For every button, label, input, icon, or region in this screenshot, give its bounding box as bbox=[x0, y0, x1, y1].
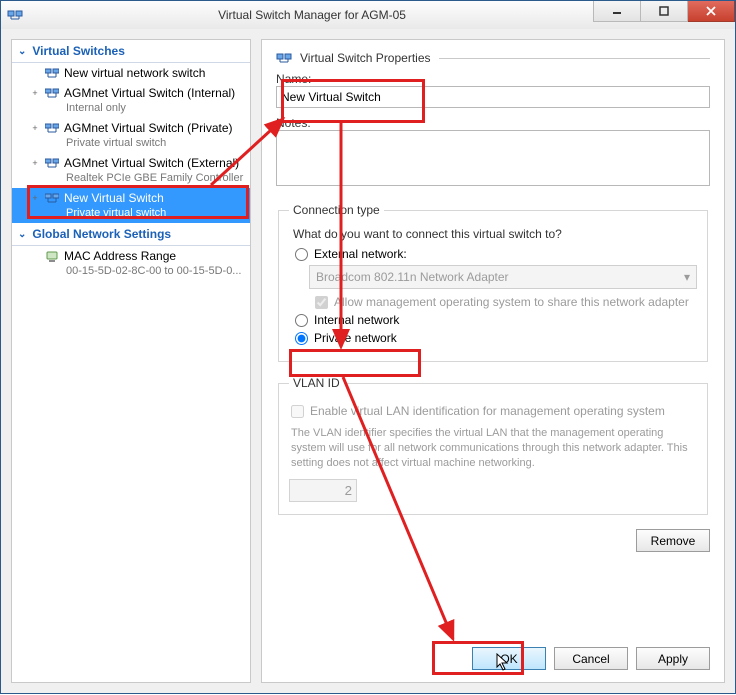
vlan-legend: VLAN ID bbox=[289, 376, 344, 390]
chevron-down-icon: ⌄ bbox=[18, 229, 26, 240]
tree-item-sub: 00-15-5D-02-8C-00 to 00-15-5D-0... bbox=[30, 264, 246, 279]
name-input[interactable] bbox=[276, 86, 710, 108]
expander-icon[interactable]: + bbox=[30, 121, 40, 136]
switch-icon bbox=[44, 190, 60, 206]
tree-item-label: New Virtual Switch bbox=[64, 191, 164, 206]
properties-panel: Virtual Switch Properties Name: Notes: C… bbox=[261, 39, 725, 683]
chevron-down-icon: ⌄ bbox=[18, 46, 26, 57]
tree-item-sub: Internal only bbox=[30, 101, 246, 116]
titlebar: Virtual Switch Manager for AGM-05 bbox=[1, 1, 735, 30]
radio-private[interactable]: Private network bbox=[295, 331, 697, 345]
tree-item-sub: Private virtual switch bbox=[30, 136, 246, 151]
tree-item-sub: Realtek PCIe GBE Family Controller bbox=[30, 171, 246, 186]
properties-title: Virtual Switch Properties bbox=[300, 51, 431, 65]
window-frame: Virtual Switch Manager for AGM-05 ⌄ Virt… bbox=[0, 0, 736, 694]
connection-type-group: Connection type What do you want to conn… bbox=[278, 203, 708, 362]
radio-external[interactable]: External network: bbox=[295, 247, 697, 261]
nic-icon bbox=[44, 248, 60, 264]
switch-icon bbox=[44, 65, 60, 81]
tree-item-switch[interactable]: New virtual network switch bbox=[12, 63, 250, 83]
tree-header-switches[interactable]: ⌄ Virtual Switches bbox=[12, 40, 250, 63]
ok-button[interactable]: OK bbox=[472, 647, 546, 670]
name-label: Name: bbox=[276, 72, 710, 86]
tree-header-label: Global Network Settings bbox=[32, 227, 171, 241]
vlan-group: VLAN ID Enable virtual LAN identificatio… bbox=[278, 376, 708, 515]
adapter-dropdown: Broadcom 802.11n Network Adapter ▾ bbox=[309, 265, 697, 289]
tree-item-mac-range[interactable]: MAC Address Range 00-15-5D-02-8C-00 to 0… bbox=[12, 246, 250, 281]
window-buttons bbox=[593, 1, 735, 21]
connection-type-legend: Connection type bbox=[289, 203, 384, 217]
switch-icon bbox=[44, 155, 60, 171]
switch-icon bbox=[44, 85, 60, 101]
chevron-down-icon: ▾ bbox=[684, 270, 690, 284]
tree-item-switch[interactable]: + AGMnet Virtual Switch (Private)Private … bbox=[12, 118, 250, 153]
dialog-buttons: OK Cancel Apply bbox=[472, 647, 710, 670]
apply-button[interactable]: Apply bbox=[636, 647, 710, 670]
radio-internal-label: Internal network bbox=[314, 313, 399, 327]
tree-item-switch[interactable]: + AGMnet Virtual Switch (External)Realtek… bbox=[12, 153, 250, 188]
maximize-button[interactable] bbox=[641, 1, 688, 22]
tree-item-label: AGMnet Virtual Switch (External) bbox=[64, 156, 239, 171]
tree-item-switch[interactable]: + AGMnet Virtual Switch (Internal)Interna… bbox=[12, 83, 250, 118]
tree-item-label: AGMnet Virtual Switch (Internal) bbox=[64, 86, 235, 101]
close-button[interactable] bbox=[688, 1, 735, 22]
vlan-enable-label: Enable virtual LAN identification for ma… bbox=[310, 404, 665, 418]
allow-mgmt-checkbox bbox=[315, 296, 328, 309]
radio-private-label: Private network bbox=[314, 331, 397, 345]
vlan-enable-row: Enable virtual LAN identification for ma… bbox=[291, 404, 697, 418]
expander-icon[interactable]: + bbox=[30, 156, 40, 171]
tree-item-label: AGMnet Virtual Switch (Private) bbox=[64, 121, 233, 136]
notes-textarea[interactable] bbox=[276, 130, 710, 186]
radio-internal-input[interactable] bbox=[295, 314, 308, 327]
vlan-enable-checkbox bbox=[291, 405, 304, 418]
tree-item-label: MAC Address Range bbox=[64, 249, 176, 264]
expander-icon[interactable]: + bbox=[30, 191, 40, 206]
expander-icon[interactable]: + bbox=[30, 86, 40, 101]
radio-external-input[interactable] bbox=[295, 248, 308, 261]
vlan-id-input bbox=[289, 479, 357, 502]
vlan-help-text: The VLAN identifier specifies the virtua… bbox=[291, 426, 695, 471]
switch-icon bbox=[44, 120, 60, 136]
minimize-button[interactable] bbox=[593, 1, 641, 22]
remove-button[interactable]: Remove bbox=[636, 529, 710, 552]
tree-item-sub: Private virtual switch bbox=[30, 206, 246, 221]
connection-question: What do you want to connect this virtual… bbox=[293, 227, 697, 241]
allow-mgmt-checkbox-row: Allow management operating system to sha… bbox=[315, 295, 697, 309]
radio-internal[interactable]: Internal network bbox=[295, 313, 697, 327]
notes-label: Notes: bbox=[276, 116, 710, 130]
content-area: ⌄ Virtual Switches New virtual network s… bbox=[1, 29, 735, 693]
tree-header-label: Virtual Switches bbox=[32, 44, 124, 58]
tree-item-label: New virtual network switch bbox=[64, 66, 205, 81]
adapter-value: Broadcom 802.11n Network Adapter bbox=[316, 270, 509, 284]
switch-icon bbox=[276, 50, 292, 66]
radio-private-input[interactable] bbox=[295, 332, 308, 345]
allow-mgmt-label: Allow management operating system to sha… bbox=[334, 295, 689, 309]
tree-header-global[interactable]: ⌄ Global Network Settings bbox=[12, 223, 250, 246]
app-icon bbox=[7, 7, 23, 23]
tree-item-switch[interactable]: + New Virtual SwitchPrivate virtual switc… bbox=[12, 188, 250, 223]
radio-external-label: External network: bbox=[314, 247, 407, 261]
nav-tree: ⌄ Virtual Switches New virtual network s… bbox=[11, 39, 251, 683]
cancel-button[interactable]: Cancel bbox=[554, 647, 628, 670]
properties-header: Virtual Switch Properties bbox=[276, 50, 710, 66]
